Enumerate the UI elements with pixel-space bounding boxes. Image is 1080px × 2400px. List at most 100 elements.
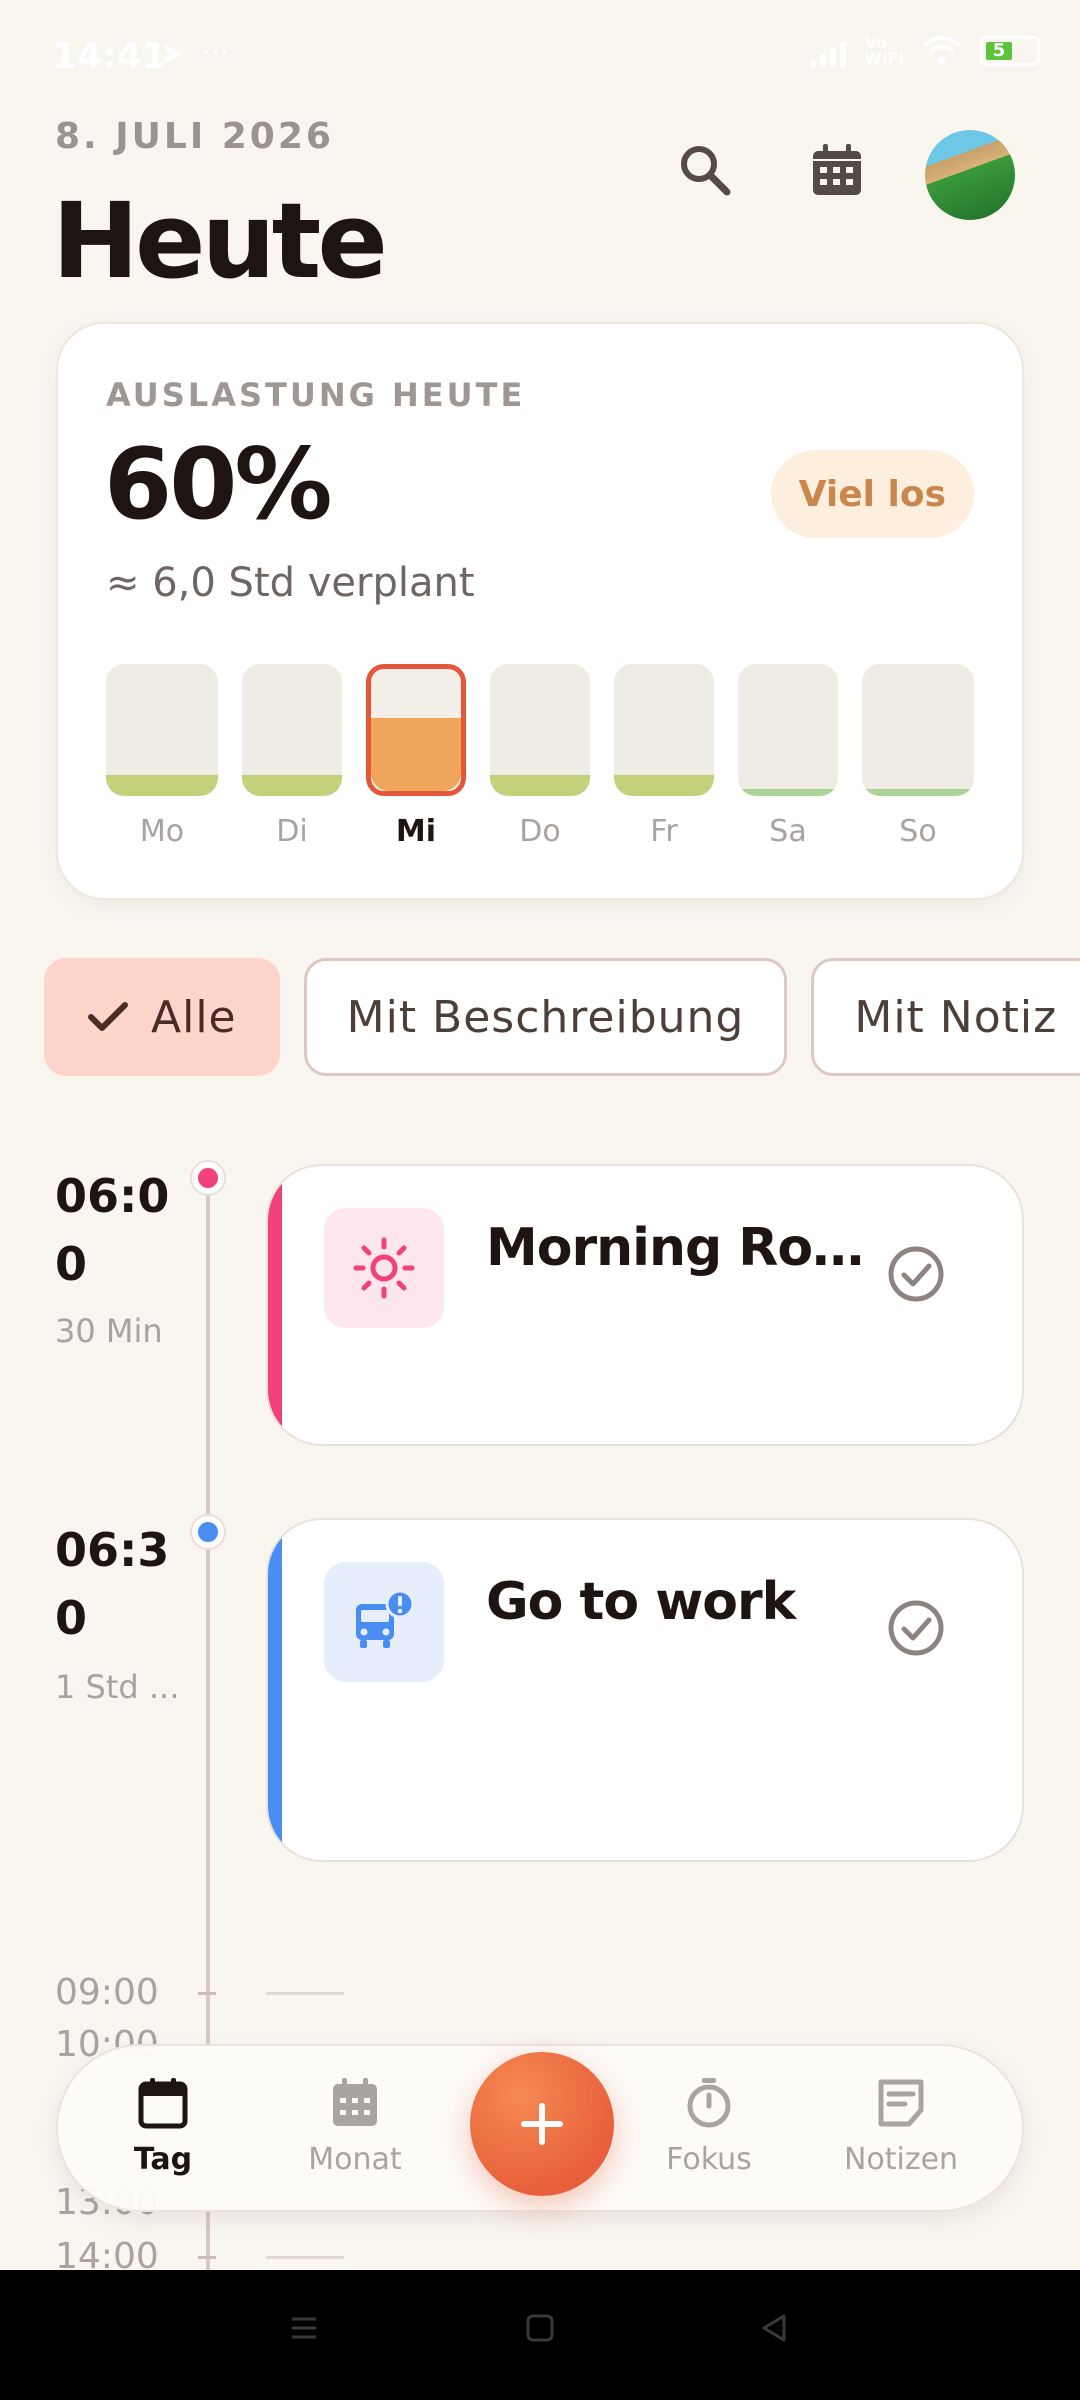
event-icon-tile [324, 1208, 444, 1328]
event-title: Go to work [486, 1572, 796, 1632]
day-bar [366, 664, 466, 796]
load-label: AUSLASTUNG HEUTE [106, 376, 526, 414]
check-circle-icon [888, 1600, 944, 1656]
day-fill [242, 774, 342, 796]
day-mo[interactable]: Mo [106, 664, 218, 849]
signal-icon [810, 34, 847, 68]
day-bar [738, 664, 838, 796]
timer-icon [687, 2078, 731, 2128]
week-overview: Mo Di Mi Do Fr Sa So [106, 664, 978, 864]
event-icon-tile [324, 1562, 444, 1682]
check-circle-icon [888, 1246, 944, 1302]
nav-label: Tag [133, 2142, 193, 2177]
day-fr[interactable]: Fr [614, 664, 714, 849]
day-bar [242, 664, 342, 796]
day-sa[interactable]: Sa [738, 664, 838, 849]
filter-chip-alle[interactable]: Alle [44, 958, 280, 1076]
filter-chip-beschreibung[interactable]: Mit Beschreibung [303, 958, 788, 1076]
day-di[interactable]: Di [242, 664, 342, 849]
status-notification-icons: ➤ ··· [160, 36, 230, 71]
event-time: 06:0 0 [55, 1169, 170, 1291]
nav-monat[interactable]: Monat [280, 2076, 430, 2177]
home-icon[interactable] [524, 2312, 556, 2344]
nav-label: Notizen [843, 2142, 959, 2177]
day-fill [106, 774, 218, 796]
hour-line [266, 2256, 344, 2259]
status-indicators: Vo WiFi 5 [810, 34, 1040, 68]
day-fill [862, 789, 974, 796]
filter-chip-notiz[interactable]: Mit Notiz [811, 958, 1080, 1076]
day-so[interactable]: So [862, 664, 974, 849]
day-label: Do [519, 814, 561, 849]
day-label: Fr [650, 814, 678, 849]
day-fill [371, 717, 461, 791]
calendar-button[interactable] [797, 130, 877, 210]
telegram-icon: ➤ [160, 36, 186, 71]
day-bar [614, 664, 714, 796]
load-card: AUSLASTUNG HEUTE 60% ≈ 6,0 Std verplant … [56, 322, 1024, 900]
wifi-icon [922, 36, 962, 65]
more-notifications-icon: ··· [201, 36, 230, 71]
day-label: Di [276, 814, 308, 849]
event-color-stripe [268, 1166, 282, 1444]
bus-alert-icon [356, 1589, 415, 1648]
back-icon[interactable] [758, 2312, 790, 2344]
filter-chips: Alle Mit Beschreibung Mit Notiz [44, 958, 1080, 1076]
day-fill [490, 774, 590, 796]
check-icon [88, 1002, 128, 1031]
event-time: 06:3 0 [55, 1523, 170, 1645]
menu-icon[interactable] [288, 2312, 320, 2344]
calendar-day-icon [138, 2078, 188, 2129]
day-label: Mi [395, 814, 437, 849]
event-card-go-to-work[interactable]: Go to work [266, 1518, 1024, 1862]
system-nav-bar [0, 2270, 1080, 2400]
search-button[interactable] [665, 130, 745, 210]
nav-label: Monat [308, 2142, 402, 2177]
day-label: So [899, 814, 937, 849]
event-duration: 30 Min [55, 1312, 163, 1350]
event-complete-button[interactable] [886, 1244, 946, 1304]
hour-tick [198, 2256, 216, 2259]
status-bar: 14:41 ➤ ··· Vo WiFi 5 [0, 0, 1080, 110]
day-bar [106, 664, 218, 796]
day-do[interactable]: Do [490, 664, 590, 849]
hour-line [266, 1992, 344, 1995]
nav-fokus[interactable]: Fokus [634, 2076, 784, 2177]
chip-label: Mit Beschreibung [346, 991, 745, 1043]
nav-label: Fokus [666, 2142, 752, 2177]
day-label: Mo [139, 814, 185, 849]
plus-icon [521, 2103, 563, 2145]
date-label: 8. JULI 2026 [55, 116, 334, 157]
day-mi[interactable]: Mi [366, 664, 466, 849]
timeline-dot [192, 1162, 224, 1194]
chip-label: Alle [151, 991, 237, 1043]
nav-tag[interactable]: Tag [88, 2076, 238, 2177]
chip-label: Mit Notiz [854, 991, 1058, 1043]
nav-notizen[interactable]: Notizen [826, 2076, 976, 2177]
event-complete-button[interactable] [886, 1598, 946, 1658]
hour-tick [198, 1992, 216, 1995]
planned-hours: ≈ 6,0 Std verplant [106, 560, 475, 606]
battery-icon: 5 [980, 36, 1040, 66]
avatar[interactable] [925, 130, 1015, 220]
vowifi-icon: Vo WiFi [864, 33, 904, 68]
day-fill [614, 774, 714, 796]
day-fill [738, 789, 838, 796]
timeline-dot [192, 1516, 224, 1548]
hour-label: 09:00 [55, 1972, 159, 2013]
sun-icon [353, 1237, 415, 1299]
status-badge: Viel los [770, 450, 974, 538]
day-bar [862, 664, 974, 796]
event-card-morning-routine[interactable]: Morning Rout... [266, 1164, 1024, 1446]
load-percent: 60% [104, 428, 333, 542]
page-title: Heute [52, 180, 388, 302]
notes-icon [878, 2079, 924, 2127]
calendar-month-icon [333, 2078, 377, 2126]
calendar-icon [813, 144, 861, 195]
add-event-button[interactable] [470, 2052, 614, 2196]
event-duration: 1 Std ... [55, 1668, 180, 1706]
search-icon [681, 146, 731, 196]
day-label: Sa [769, 814, 807, 849]
event-color-stripe [268, 1520, 282, 1860]
event-title: Morning Rout... [486, 1218, 866, 1278]
